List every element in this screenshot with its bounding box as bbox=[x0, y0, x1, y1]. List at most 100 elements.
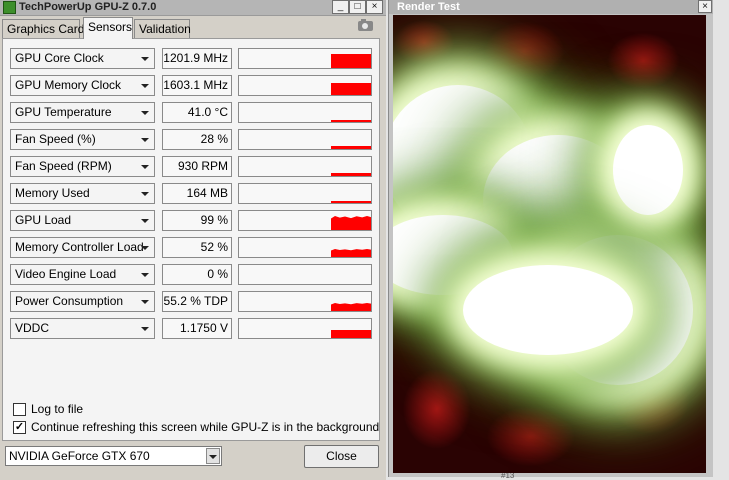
sensor-graph bbox=[238, 156, 372, 177]
render-test-titlebar[interactable]: Render Test × bbox=[389, 0, 713, 14]
close-window-button[interactable]: × bbox=[366, 0, 383, 14]
chevron-down-icon[interactable] bbox=[141, 84, 149, 88]
sensor-graph bbox=[238, 75, 372, 96]
sensor-graph bbox=[238, 291, 372, 312]
sensor-graph bbox=[238, 183, 372, 204]
sensor-graph bbox=[238, 237, 372, 258]
sensor-value: 28 % bbox=[162, 129, 232, 150]
sensor-row: VDDC 1.1750 V bbox=[10, 318, 372, 339]
sensor-row: Power Consumption 55.2 % TDP bbox=[10, 291, 372, 312]
maximize-button[interactable]: □ bbox=[349, 0, 366, 14]
render-test-window: Render Test × #13 bbox=[388, 0, 713, 478]
sensor-label: VDDC bbox=[15, 321, 50, 335]
sensor-row: Memory Used 164 MB bbox=[10, 183, 372, 204]
sensor-value: 1201.9 MHz bbox=[162, 48, 232, 69]
sensor-row: GPU Core Clock 1201.9 MHz bbox=[10, 48, 372, 69]
sensor-label: GPU Load bbox=[15, 213, 72, 227]
sensor-graph bbox=[238, 318, 372, 339]
sensor-dropdown[interactable]: Memory Used bbox=[10, 183, 155, 204]
sensor-row: Video Engine Load 0 % bbox=[10, 264, 372, 285]
sensor-row: Memory Controller Load 52 % bbox=[10, 237, 372, 258]
sensor-dropdown[interactable]: GPU Temperature bbox=[10, 102, 155, 123]
sensor-dropdown[interactable]: Fan Speed (RPM) bbox=[10, 156, 155, 177]
tab-sensors[interactable]: Sensors bbox=[83, 17, 133, 39]
sensor-label: Power Consumption bbox=[15, 294, 124, 308]
chevron-down-icon[interactable] bbox=[141, 219, 149, 223]
sensor-graph-fill bbox=[331, 330, 371, 338]
render-canvas bbox=[393, 15, 706, 473]
continue-refresh-checkbox[interactable]: ✓ bbox=[13, 421, 26, 434]
gpu-select-dropdown-icon[interactable] bbox=[206, 448, 220, 464]
sensor-dropdown[interactable]: Video Engine Load bbox=[10, 264, 155, 285]
sensor-row: GPU Temperature 41.0 °C bbox=[10, 102, 372, 123]
render-test-close-button[interactable]: × bbox=[698, 0, 712, 13]
sensor-value: 55.2 % TDP bbox=[162, 291, 232, 312]
log-to-file-checkbox[interactable] bbox=[13, 403, 26, 416]
tab-validation[interactable]: Validation bbox=[134, 19, 191, 38]
sensor-label: GPU Temperature bbox=[15, 105, 112, 119]
sensor-value: 41.0 °C bbox=[162, 102, 232, 123]
sensor-graph-fill bbox=[331, 216, 371, 230]
sensor-graph bbox=[238, 129, 372, 150]
chevron-down-icon[interactable] bbox=[141, 327, 149, 331]
sensor-dropdown[interactable]: Power Consumption bbox=[10, 291, 155, 312]
sensor-row: GPU Memory Clock 1603.1 MHz bbox=[10, 75, 372, 96]
gpu-select-value: NVIDIA GeForce GTX 670 bbox=[9, 449, 150, 463]
continue-refresh-label: Continue refreshing this screen while GP… bbox=[31, 420, 380, 434]
sensor-label: Memory Used bbox=[15, 186, 90, 200]
sensor-graph-fill bbox=[331, 201, 371, 203]
sensor-label: Fan Speed (%) bbox=[15, 132, 96, 146]
chevron-down-icon[interactable] bbox=[141, 300, 149, 304]
sensor-value: 1603.1 MHz bbox=[162, 75, 232, 96]
gpuz-window-title: TechPowerUp GPU-Z 0.7.0 bbox=[19, 1, 157, 13]
sensor-value: 164 MB bbox=[162, 183, 232, 204]
sensor-value: 52 % bbox=[162, 237, 232, 258]
render-glow bbox=[613, 125, 683, 215]
sensor-value: 99 % bbox=[162, 210, 232, 231]
sensor-dropdown[interactable]: Fan Speed (%) bbox=[10, 129, 155, 150]
render-glow bbox=[463, 265, 633, 355]
sensor-dropdown[interactable]: GPU Memory Clock bbox=[10, 75, 155, 96]
log-to-file-label: Log to file bbox=[31, 402, 84, 416]
render-test-title: Render Test bbox=[397, 1, 460, 13]
sensor-graph-fill bbox=[331, 173, 371, 176]
sensor-dropdown[interactable]: GPU Core Clock bbox=[10, 48, 155, 69]
gpu-select[interactable]: NVIDIA GeForce GTX 670 bbox=[5, 446, 222, 466]
chevron-down-icon[interactable] bbox=[141, 57, 149, 61]
chevron-down-icon[interactable] bbox=[141, 165, 149, 169]
sensor-graph-fill bbox=[331, 120, 371, 122]
minimize-button[interactable]: _ bbox=[332, 0, 349, 14]
camera-icon[interactable] bbox=[358, 19, 373, 31]
sensor-label: GPU Core Clock bbox=[15, 51, 104, 65]
chevron-down-icon[interactable] bbox=[141, 246, 149, 250]
sensor-dropdown[interactable]: Memory Controller Load bbox=[10, 237, 155, 258]
chevron-down-icon[interactable] bbox=[141, 273, 149, 277]
sensor-graph bbox=[238, 210, 372, 231]
render-footer-text: #13 bbox=[501, 473, 515, 478]
chevron-down-icon[interactable] bbox=[141, 138, 149, 142]
sensor-row: Fan Speed (%) 28 % bbox=[10, 129, 372, 150]
sensor-value: 930 RPM bbox=[162, 156, 232, 177]
sensor-graph-fill bbox=[331, 303, 371, 311]
tab-graphics-card[interactable]: Graphics Card bbox=[2, 19, 84, 38]
sensor-label: Memory Controller Load bbox=[15, 240, 144, 254]
sensor-value: 1.1750 V bbox=[162, 318, 232, 339]
gpuz-titlebar[interactable]: TechPowerUp GPU-Z 0.7.0 _ □ × bbox=[0, 0, 386, 16]
sensor-graph-fill bbox=[331, 249, 371, 257]
sensor-dropdown[interactable]: VDDC bbox=[10, 318, 155, 339]
sensor-label: Video Engine Load bbox=[15, 267, 117, 281]
sensor-graph-fill bbox=[331, 54, 371, 68]
chevron-down-icon[interactable] bbox=[141, 111, 149, 115]
sensor-label: GPU Memory Clock bbox=[15, 78, 122, 92]
gpuz-app-icon bbox=[3, 1, 16, 14]
sensor-label: Fan Speed (RPM) bbox=[15, 159, 112, 173]
sensor-graph bbox=[238, 102, 372, 123]
sensor-graph bbox=[238, 264, 372, 285]
gpuz-window: TechPowerUp GPU-Z 0.7.0 _ □ × Graphics C… bbox=[0, 0, 386, 480]
chevron-down-icon[interactable] bbox=[141, 192, 149, 196]
sensor-row: Fan Speed (RPM) 930 RPM bbox=[10, 156, 372, 177]
sensor-dropdown[interactable]: GPU Load bbox=[10, 210, 155, 231]
close-button[interactable]: Close bbox=[304, 445, 379, 468]
sensor-value: 0 % bbox=[162, 264, 232, 285]
sensor-row: GPU Load 99 % bbox=[10, 210, 372, 231]
